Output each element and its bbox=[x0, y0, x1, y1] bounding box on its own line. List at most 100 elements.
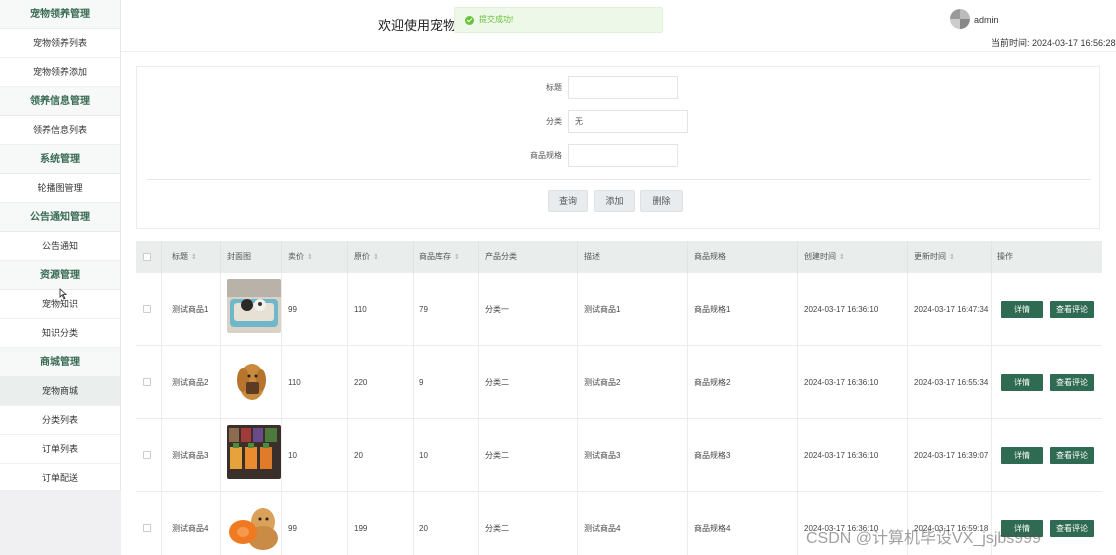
view-comments-button[interactable]: 查看评论 bbox=[1050, 520, 1094, 537]
sidebar-item-pet-mall[interactable]: 宠物商城 bbox=[0, 377, 120, 406]
th-title[interactable]: 标题 ⇕ bbox=[172, 241, 197, 273]
table-row: 测试商品2 110 220 9 分类二 测试商品2 商品规格2 2024-03-… bbox=[136, 346, 1102, 419]
cell-sell-price: 110 bbox=[288, 378, 301, 387]
mouse-cursor-icon bbox=[59, 288, 68, 300]
cell-original-price: 199 bbox=[354, 524, 368, 533]
check-circle-icon bbox=[465, 16, 474, 25]
cell-category: 分类一 bbox=[485, 305, 509, 314]
cell-description: 测试商品2 bbox=[584, 378, 621, 387]
success-toast: 提交成功! bbox=[454, 7, 663, 33]
cell-stock: 10 bbox=[419, 451, 428, 460]
select-all-checkbox[interactable] bbox=[143, 253, 151, 261]
th-original-price[interactable]: 原价 ⇕ bbox=[354, 241, 379, 273]
product-image-dog-frisbee bbox=[227, 498, 281, 552]
view-comments-button[interactable]: 查看评论 bbox=[1050, 447, 1094, 464]
row-checkbox[interactable] bbox=[143, 378, 151, 386]
detail-button[interactable]: 详情 bbox=[1001, 447, 1043, 464]
cell-original-price: 20 bbox=[354, 451, 363, 460]
cell-title: 测试商品3 bbox=[172, 451, 209, 460]
th-stock[interactable]: 商品库存 ⇕ bbox=[419, 241, 460, 273]
sidebar-item-adoption-list[interactable]: 宠物领养列表 bbox=[0, 29, 120, 58]
cell-updated: 2024-03-17 16:47:34 bbox=[914, 305, 989, 314]
row-checkbox[interactable] bbox=[143, 524, 151, 532]
cell-spec: 商品规格1 bbox=[694, 305, 731, 314]
divider bbox=[147, 179, 1091, 180]
cell-updated: 2024-03-17 16:55:34 bbox=[914, 378, 989, 387]
delete-button[interactable]: 删除 bbox=[640, 190, 683, 212]
sidebar-item-carousel[interactable]: 轮播图管理 bbox=[0, 174, 120, 203]
toast-message: 提交成功! bbox=[479, 15, 514, 24]
cell-sell-price: 99 bbox=[288, 524, 297, 533]
menu-group-adoption[interactable]: 宠物领养管理 bbox=[0, 0, 120, 29]
menu-group-mall[interactable]: 商城管理 bbox=[0, 348, 120, 377]
sidebar-item-notice[interactable]: 公告通知 bbox=[0, 232, 120, 261]
cell-category: 分类二 bbox=[485, 524, 509, 533]
detail-button[interactable]: 详情 bbox=[1001, 374, 1043, 391]
cell-description: 测试商品3 bbox=[584, 451, 621, 460]
th-actions: 操作 bbox=[997, 252, 1013, 261]
menu-group-resource[interactable]: 资源管理 bbox=[0, 261, 120, 290]
menu-group-notice[interactable]: 公告通知管理 bbox=[0, 203, 120, 232]
menu-group-adoption-info[interactable]: 领养信息管理 bbox=[0, 87, 120, 116]
view-comments-button[interactable]: 查看评论 bbox=[1050, 374, 1094, 391]
sort-icon[interactable]: ⇕ bbox=[949, 254, 955, 261]
row-checkbox[interactable] bbox=[143, 305, 151, 313]
cell-stock: 9 bbox=[419, 378, 424, 387]
sidebar-item-order-delivery[interactable]: 订单配送 bbox=[0, 464, 120, 493]
sort-icon[interactable]: ⇕ bbox=[373, 254, 379, 261]
table-row: 测试商品1 99 110 79 分类一 测试商品1 商品规格1 2024-03-… bbox=[136, 273, 1102, 346]
th-description: 描述 bbox=[584, 252, 600, 261]
th-created[interactable]: 创建时间 ⇕ bbox=[804, 241, 845, 273]
th-sell-price[interactable]: 卖价 ⇕ bbox=[288, 241, 313, 273]
cell-stock: 79 bbox=[419, 305, 428, 314]
cell-original-price: 110 bbox=[354, 305, 367, 314]
sort-icon[interactable]: ⇕ bbox=[191, 254, 197, 261]
cell-description: 测试商品1 bbox=[584, 305, 621, 314]
sidebar-item-adoption-add[interactable]: 宠物领养添加 bbox=[0, 58, 120, 87]
th-spec: 商品规格 bbox=[694, 252, 726, 261]
cell-updated: 2024-03-17 16:39:07 bbox=[914, 451, 989, 460]
query-button[interactable]: 查询 bbox=[548, 190, 588, 212]
detail-button[interactable]: 详情 bbox=[1001, 301, 1043, 318]
cell-created: 2024-03-17 16:36:10 bbox=[804, 451, 879, 460]
cell-category: 分类二 bbox=[485, 378, 509, 387]
th-updated[interactable]: 更新时间 ⇕ bbox=[914, 241, 955, 273]
csdn-watermark: CSDN @计算机毕设VX_jsjbs999 bbox=[806, 530, 1041, 547]
cell-spec: 商品规格4 bbox=[694, 524, 731, 533]
title-input[interactable] bbox=[568, 76, 678, 99]
cell-title: 测试商品4 bbox=[172, 524, 209, 533]
sort-icon[interactable]: ⇕ bbox=[307, 254, 313, 261]
cell-sell-price: 10 bbox=[288, 451, 297, 460]
add-button[interactable]: 添加 bbox=[594, 190, 635, 212]
cell-sell-price: 99 bbox=[288, 305, 297, 314]
sidebar: 宠物领养管理 宠物领养列表 宠物领养添加 领养信息管理 领养信息列表 系统管理 … bbox=[0, 0, 121, 555]
row-checkbox[interactable] bbox=[143, 451, 151, 459]
sidebar-item-order-list[interactable]: 订单列表 bbox=[0, 435, 120, 464]
menu-group-system[interactable]: 系统管理 bbox=[0, 145, 120, 174]
header: 欢迎使用宠物 提交成功! admin 当前时间: 2024-03-17 16:5… bbox=[121, 0, 1116, 52]
sidebar-empty-area bbox=[0, 490, 121, 555]
cell-title: 测试商品1 bbox=[172, 305, 209, 314]
table-row: 测试商品3 10 20 10 分类二 测试商品3 商品规格3 2024-03-1… bbox=[136, 419, 1102, 492]
user-name[interactable]: admin bbox=[974, 15, 999, 25]
sidebar-item-adoption-info-list[interactable]: 领养信息列表 bbox=[0, 116, 120, 145]
spec-input[interactable] bbox=[568, 144, 678, 167]
cell-description: 测试商品4 bbox=[584, 524, 621, 533]
product-image-dog-muzzle bbox=[227, 352, 281, 406]
view-comments-button[interactable]: 查看评论 bbox=[1050, 301, 1094, 318]
category-select[interactable]: 无 bbox=[568, 110, 688, 133]
cell-original-price: 220 bbox=[354, 378, 368, 387]
cell-spec: 商品规格2 bbox=[694, 378, 731, 387]
welcome-title: 欢迎使用宠物 bbox=[378, 18, 457, 33]
cell-stock: 20 bbox=[419, 524, 428, 533]
sort-icon[interactable]: ⇕ bbox=[454, 254, 460, 261]
th-category: 产品分类 bbox=[485, 252, 517, 261]
table-header: 标题 ⇕ 封面图 卖价 ⇕ 原价 ⇕ 商品库存 ⇕ 产品分类 描述 商品规格 创建时间 ⇕… bbox=[136, 241, 1102, 273]
current-time: 当前时间: 2024-03-17 16:56:28 bbox=[991, 38, 1116, 48]
product-image-pet-toys bbox=[227, 425, 281, 479]
avatar[interactable] bbox=[950, 9, 970, 29]
sidebar-item-category-list[interactable]: 分类列表 bbox=[0, 406, 120, 435]
sidebar-item-knowledge-category[interactable]: 知识分类 bbox=[0, 319, 120, 348]
sort-icon[interactable]: ⇕ bbox=[839, 254, 845, 261]
cell-created: 2024-03-17 16:36:10 bbox=[804, 378, 879, 387]
